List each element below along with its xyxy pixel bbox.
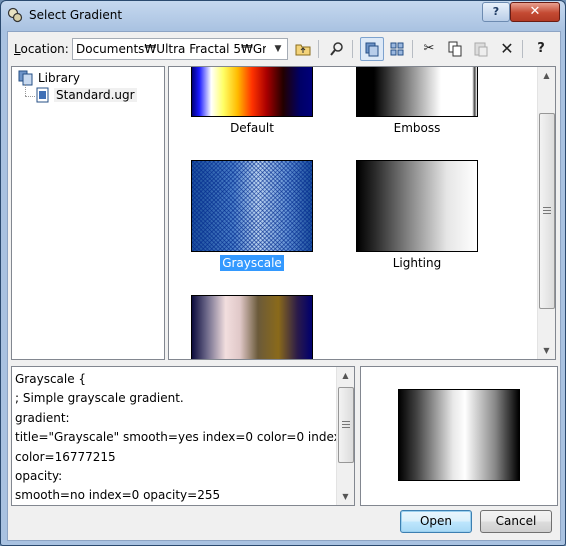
gradient-thumbnail-grayscale[interactable] <box>191 160 313 252</box>
scroll-down-icon[interactable]: ▼ <box>538 342 555 359</box>
location-combobox[interactable]: Documents₩Ultra Fractal 5₩Gradients ▼ <box>72 38 288 60</box>
scrollbar-thumb[interactable] <box>338 387 354 463</box>
gradient-thumbnail[interactable] <box>191 295 313 359</box>
gradient-grid-scrollbar[interactable]: ▲ ▼ <box>537 67 555 359</box>
open-button[interactable]: Open <box>400 510 472 533</box>
description-line: title="Grayscale" smooth=yes index=0 col… <box>15 430 355 445</box>
gradient-caption: Lighting <box>392 256 442 270</box>
description-line: color=16777215 <box>15 449 116 464</box>
gradient-preview <box>398 389 520 481</box>
find-icon[interactable] <box>326 38 348 60</box>
toolbar-separator <box>318 40 319 58</box>
list-view-icon[interactable] <box>386 38 408 60</box>
description-line: ; Simple grayscale gradient. <box>15 391 184 406</box>
help-icon[interactable]: ? <box>530 38 552 60</box>
cancel-button[interactable]: Cancel <box>480 510 552 533</box>
dialog-body: Location: Documents₩Ultra Fractal 5₩Grad… <box>7 31 561 541</box>
copy-icon[interactable] <box>444 38 466 60</box>
window-title: Select Gradient <box>29 8 123 22</box>
paste-icon[interactable] <box>470 38 492 60</box>
tree-item-label: Standard.ugr <box>54 88 137 102</box>
tree-connector <box>25 84 27 96</box>
title-bar: Select Gradient ? ✕ <box>1 1 565 31</box>
library-tree[interactable]: Library Standard.ugr <box>11 66 165 360</box>
gradient-app-icon <box>7 7 23 23</box>
toolbar-separator <box>522 40 523 58</box>
description-line: Grayscale { <box>15 372 87 386</box>
file-icon <box>36 87 49 103</box>
tree-connector <box>25 96 35 98</box>
scroll-up-icon[interactable]: ▲ <box>538 67 555 84</box>
cut-icon[interactable]: ✂ <box>418 38 440 60</box>
gradient-grid[interactable]: Default Emboss Grayscale Lighting ▲ ▼ <box>168 66 556 360</box>
gradient-description-text[interactable]: Grayscale { ; Simple grayscale gradient.… <box>11 366 355 506</box>
description-scrollbar[interactable]: ▲ ▼ <box>336 367 354 505</box>
close-button[interactable]: ✕ <box>510 2 560 22</box>
description-line: opacity: <box>15 468 63 483</box>
grip-icon <box>342 421 350 422</box>
gradient-thumbnail-default[interactable] <box>191 67 313 117</box>
scrollbar-thumb[interactable] <box>539 113 555 309</box>
gradient-caption: Default <box>230 121 274 135</box>
folder-up-icon[interactable] <box>292 38 314 60</box>
scroll-up-icon[interactable]: ▲ <box>337 367 354 384</box>
grip-icon <box>543 210 551 211</box>
grip-icon <box>342 427 350 428</box>
large-icons-view-icon[interactable] <box>360 37 384 61</box>
tree-item-label: Library <box>38 71 80 85</box>
toolbar-separator <box>352 40 353 58</box>
title-help-button[interactable]: ? <box>482 2 510 22</box>
gradient-preview-panel <box>360 366 558 506</box>
gradient-caption: Emboss <box>393 121 441 135</box>
description-lines: Grayscale { ; Simple grayscale gradient.… <box>15 370 355 505</box>
gradient-thumbnail-emboss[interactable] <box>356 67 478 117</box>
delete-icon[interactable]: ✕ <box>496 38 518 60</box>
grip-icon <box>543 213 551 214</box>
scroll-down-icon[interactable]: ▼ <box>337 488 354 505</box>
location-path: Documents₩Ultra Fractal 5₩Gradients <box>76 42 266 56</box>
chevron-down-icon[interactable]: ▼ <box>270 40 286 58</box>
gradient-thumbnail-lighting[interactable] <box>356 160 478 252</box>
grip-icon <box>543 207 551 208</box>
select-gradient-dialog: Select Gradient ? ✕ Location: Documents₩… <box>0 0 566 546</box>
description-line: gradient: <box>15 410 70 425</box>
toolbar-separator <box>412 40 413 58</box>
gradient-caption-selected: Grayscale <box>220 255 284 271</box>
grip-icon <box>342 424 350 425</box>
location-label: Location: <box>14 42 69 56</box>
description-line: smooth=no index=0 opacity=255 <box>15 488 221 503</box>
